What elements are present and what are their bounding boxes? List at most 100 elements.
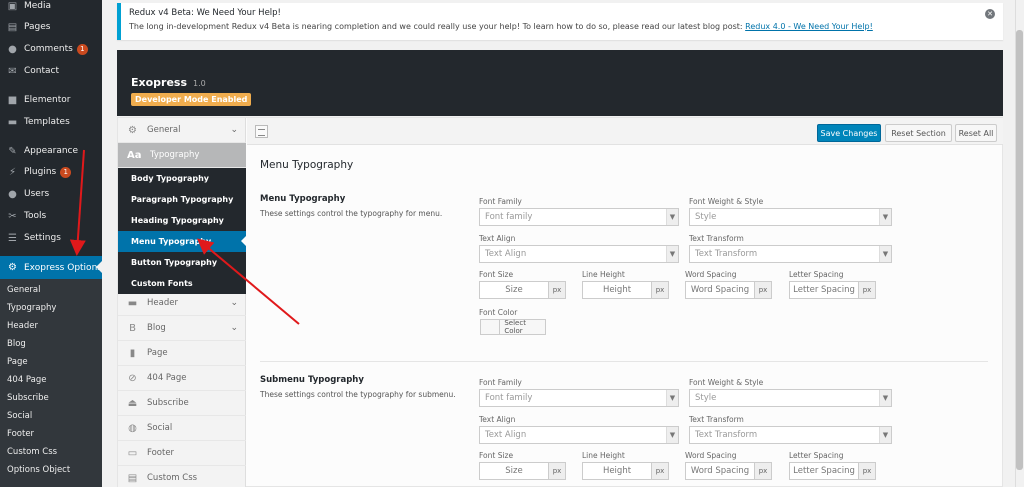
paintbrush-icon: ✎ — [8, 145, 17, 157]
chevron-down-icon: ⌄ — [230, 125, 238, 135]
wp-menu-plugins[interactable]: ⚡ Plugins 1 — [0, 161, 102, 183]
redux-toolbar: Save Changes Reset Section Reset All — [247, 118, 1003, 145]
word-spacing-label: Word Spacing — [685, 451, 737, 460]
wp-submenu-404-page[interactable]: 404 Page — [0, 371, 102, 389]
submenu-font-size-input[interactable]: Size px — [479, 462, 566, 480]
users-icon: ● — [8, 188, 17, 200]
wrench-icon: ✂ — [8, 210, 17, 222]
page-scrollbar[interactable] — [1015, 0, 1024, 487]
chevron-down-icon: ▼ — [879, 390, 891, 406]
wp-menu-media[interactable]: ▣ Media — [0, 0, 102, 17]
color-swatch — [481, 320, 501, 334]
submenu-font-family-select[interactable]: Font family ▼ — [479, 389, 679, 407]
wp-menu-settings[interactable]: ☰ Settings — [0, 227, 102, 249]
elementor-icon: ■ — [7, 94, 18, 106]
submenu-letter-spacing-input[interactable]: Letter Spacing px — [789, 462, 876, 480]
letter-spacing-label: Letter Spacing — [789, 270, 844, 279]
menu-font-size-input[interactable]: Size px — [479, 281, 566, 299]
submenu-text-align-select[interactable]: Text Align ▼ — [479, 426, 679, 444]
nav-blog[interactable]: B Blog ⌄ — [118, 316, 246, 341]
close-icon[interactable]: ✕ — [985, 9, 995, 19]
wp-menu-users[interactable]: ● Users — [0, 183, 102, 205]
code-icon: ▤ — [127, 472, 138, 484]
wp-submenu-social[interactable]: Social — [0, 407, 102, 425]
submenu-text-transform-select[interactable]: Text Transform ▼ — [689, 426, 892, 444]
wp-submenu-typography[interactable]: Typography — [0, 299, 102, 317]
nav-footer[interactable]: ▭ Footer — [118, 441, 246, 466]
menu-select-color-button[interactable]: Select Color — [480, 319, 546, 335]
app-version: 1.0 — [193, 79, 206, 88]
wp-menu-comments[interactable]: ● Comments 1 — [0, 38, 102, 60]
menu-letter-spacing-input[interactable]: Letter Spacing px — [789, 281, 876, 299]
comments-icon: ● — [8, 43, 17, 55]
wp-submenu-footer[interactable]: Footer — [0, 425, 102, 443]
nav-general[interactable]: ⚙ General ⌄ — [118, 118, 246, 143]
menu-text-transform-select[interactable]: Text Transform ▼ — [689, 245, 892, 263]
pages-icon: ▤ — [7, 21, 18, 33]
chevron-down-icon: ▼ — [879, 209, 891, 225]
wp-menu-templates[interactable]: ▬ Templates — [0, 111, 102, 133]
wp-menu-exopress-options[interactable]: ⚙ Exopress Options — [0, 256, 102, 279]
ban-icon: ⊘ — [128, 372, 137, 384]
nav-social[interactable]: ◍ Social — [118, 416, 246, 441]
word-spacing-label: Word Spacing — [685, 270, 737, 279]
menu-typography-desc: These settings control the typography fo… — [260, 209, 443, 218]
wp-submenu-custom-css[interactable]: Custom Css — [0, 443, 102, 461]
font-size-label: Font Size — [479, 451, 514, 460]
nav-404-page[interactable]: ⊘ 404 Page — [118, 366, 246, 391]
wp-menu-tools[interactable]: ✂ Tools — [0, 205, 102, 227]
wp-menu-elementor[interactable]: ■ Elementor — [0, 89, 102, 111]
wp-submenu-options-object[interactable]: Options Object — [0, 461, 102, 479]
subnav-button-typography[interactable]: Button Typography — [118, 252, 246, 273]
wp-submenu-subscribe[interactable]: Subscribe — [0, 389, 102, 407]
nav-subscribe[interactable]: ⏏ Subscribe — [118, 391, 246, 416]
save-changes-button[interactable]: Save Changes — [817, 124, 881, 142]
nav-header[interactable]: ▬ Header ⌄ — [118, 291, 246, 316]
comments-count-badge: 1 — [76, 43, 88, 55]
menu-line-height-input[interactable]: Height px — [582, 281, 669, 299]
text-align-label: Text Align — [479, 415, 516, 424]
submenu-line-height-input[interactable]: Height px — [582, 462, 669, 480]
wp-menu-pages[interactable]: ▤ Pages — [0, 16, 102, 38]
wp-submenu-general[interactable]: General — [0, 281, 102, 299]
wp-menu-appearance[interactable]: ✎ Appearance — [0, 140, 102, 162]
chevron-down-icon: ▼ — [666, 246, 678, 262]
menu-word-spacing-input[interactable]: Word Spacing px — [685, 281, 772, 299]
wp-submenu-header[interactable]: Header — [0, 317, 102, 335]
nav-page[interactable]: ▮ Page — [118, 341, 246, 366]
nav-custom-css[interactable]: ▤ Custom Css — [118, 466, 246, 487]
line-height-label: Line Height — [582, 270, 625, 279]
settings-icon: ☰ — [8, 232, 17, 244]
subnav-paragraph-typography[interactable]: Paragraph Typography — [118, 189, 246, 210]
subnav-body-typography[interactable]: Body Typography — [118, 168, 246, 189]
menu-font-weight-select[interactable]: Style ▼ — [689, 208, 892, 226]
wp-submenu-page[interactable]: Page — [0, 353, 102, 371]
gear-icon: ⚙ — [128, 124, 137, 136]
media-icon: ▣ — [7, 0, 18, 12]
submenu-word-spacing-input[interactable]: Word Spacing px — [685, 462, 772, 480]
notice-title: Redux v4 Beta: We Need Your Help! — [129, 8, 281, 18]
wp-menu-contact[interactable]: ✉ Contact — [0, 60, 102, 82]
notice-blog-link[interactable]: Redux 4.0 - We Need Your Help! — [745, 22, 873, 31]
mail-icon: ✉ — [8, 65, 17, 77]
reset-section-button[interactable]: Reset Section — [885, 124, 952, 142]
wp-submenu-blog[interactable]: Blog — [0, 335, 102, 353]
font-weight-label: Font Weight & Style — [689, 197, 764, 206]
subnav-menu-typography[interactable]: Menu Typography — [118, 231, 246, 252]
subnav-heading-typography[interactable]: Heading Typography — [118, 210, 246, 231]
reset-all-button[interactable]: Reset All — [955, 124, 997, 142]
submenu-typography-desc: These settings control the typography fo… — [260, 390, 456, 399]
section-title: Menu Typography — [260, 159, 354, 171]
nav-typography[interactable]: Aa Typography — [118, 143, 246, 168]
font-color-label: Font Color — [479, 308, 518, 317]
expand-options-button[interactable] — [255, 125, 268, 138]
letter-spacing-label: Letter Spacing — [789, 451, 844, 460]
menu-text-align-select[interactable]: Text Align ▼ — [479, 245, 679, 263]
scrollbar-thumb[interactable] — [1016, 30, 1023, 470]
menu-font-family-select[interactable]: Font family ▼ — [479, 208, 679, 226]
chevron-down-icon: ⌄ — [230, 323, 238, 333]
menu-typography-title: Menu Typography — [260, 194, 346, 204]
plugin-icon: ⚡ — [8, 166, 17, 178]
submenu-font-weight-select[interactable]: Style ▼ — [689, 389, 892, 407]
redux-beta-notice: Redux v4 Beta: We Need Your Help! The lo… — [117, 3, 1003, 40]
